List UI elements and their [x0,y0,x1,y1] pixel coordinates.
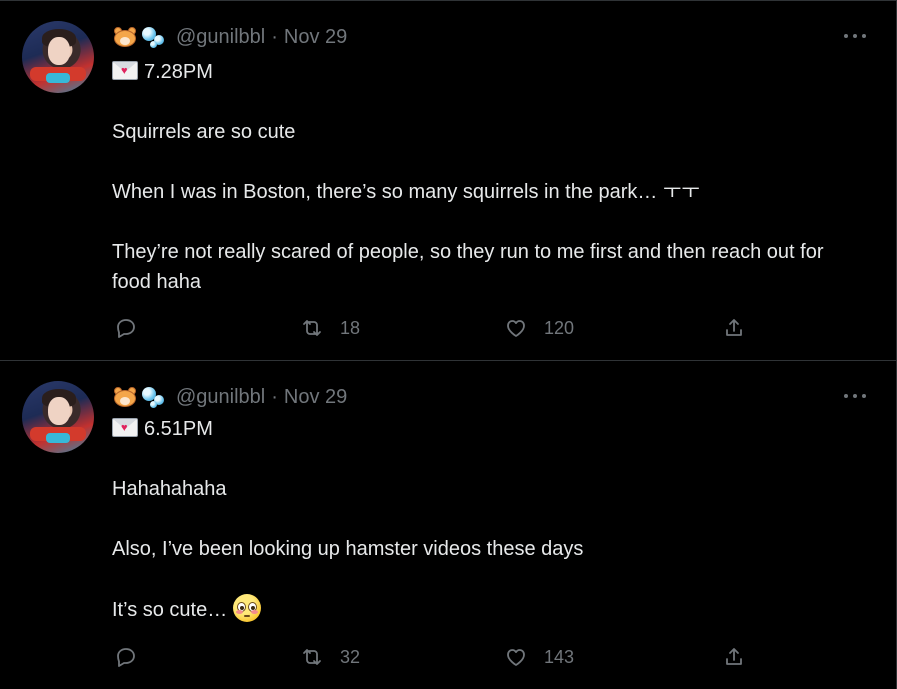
tweet-line: It’s so cute… [112,599,228,621]
tweet-line: Squirrels are so cute [112,121,296,143]
retweet-icon [303,649,321,665]
like-button[interactable]: 143 [504,642,574,672]
love-letter-icon: ♥ [112,61,138,80]
separator-dot: · [271,25,278,48]
retweet-count: 32 [340,646,361,667]
user-handle[interactable]: @gunilbbl [176,386,265,409]
time-label: 6.51PM [144,418,213,440]
tweet-line: When I was in Boston, there’s so many sq… [112,181,700,203]
tweet-date[interactable]: Nov 29 [284,26,347,49]
like-count: 143 [544,646,575,667]
tweet-actions: 18 120 [112,313,750,343]
avatar[interactable] [22,21,94,93]
avatar[interactable] [22,381,94,453]
hamster-face-icon [112,26,138,48]
tweet-date[interactable]: Nov 29 [284,386,347,409]
like-icon [507,320,525,337]
tweet-actions: 32 143 [112,642,751,672]
bubbles-icon [140,385,168,409]
flushed-face-icon [233,594,262,622]
tweet-line: They’re not really scared of people, so … [112,241,824,293]
time-label: 7.28PM [144,61,213,83]
like-count: 120 [544,317,575,338]
retweet-count: 18 [340,317,361,338]
reply-icon [117,319,135,338]
tweet-line: Also, I’ve been looking up hamster video… [112,538,584,560]
tweet-line: Hahahahaha [112,478,227,500]
tweet-text: ♥ 7.28PM Squirrels are so cute When I was… [112,57,856,297]
retweet-button[interactable]: 18 [300,313,360,343]
retweet-icon [303,320,321,336]
tweet-header: @gunilbbl · Nov 29 [112,25,347,49]
more-options-icon[interactable] [844,385,866,407]
share-button[interactable] [722,642,746,672]
reply-icon [117,648,135,667]
share-icon [726,319,742,336]
reply-button[interactable] [114,313,138,343]
tweet-header: @gunilbbl · Nov 29 [112,385,347,409]
tweet-text: ♥ 6.51PM Hahahahaha Also, I’ve been looki… [112,414,857,625]
more-options-icon[interactable] [844,25,866,47]
share-icon [726,648,742,665]
hamster-face-icon [112,386,138,408]
user-handle[interactable]: @gunilbbl [176,26,265,49]
share-button[interactable] [722,313,746,343]
love-letter-icon: ♥ [112,418,138,437]
separator-dot: · [271,385,278,408]
bubbles-icon [140,25,168,49]
reply-button[interactable] [114,642,138,672]
retweet-button[interactable]: 32 [300,642,360,672]
like-icon [507,649,525,666]
tweet[interactable]: @gunilbbl · Nov 29 ♥ 7.28PM Squirrels are… [0,0,897,360]
like-button[interactable]: 120 [504,313,574,343]
